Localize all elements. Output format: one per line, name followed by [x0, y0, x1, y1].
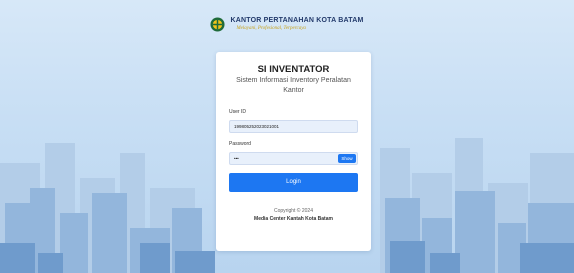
company-text: Media Center Kantah Kota Batam — [254, 216, 333, 222]
app-title: SI INVENTATOR — [257, 64, 330, 75]
password-label: Password — [229, 141, 251, 147]
bpn-logo-icon — [210, 17, 226, 32]
site-header: KANTOR PERTANAHAN KOTA BATAM Melayani, P… — [0, 17, 574, 32]
login-card: SI INVENTATOR Sistem Informasi Inventory… — [216, 52, 371, 251]
user-id-label: User ID — [229, 109, 246, 115]
login-button[interactable]: Login — [229, 173, 358, 192]
user-id-input[interactable]: 199805252023021001 — [229, 120, 358, 133]
org-name: KANTOR PERTANAHAN KOTA BATAM — [230, 17, 364, 24]
copyright-text: Copyright © 2024 — [274, 208, 313, 214]
header-text-block: KANTOR PERTANAHAN KOTA BATAM Melayani, P… — [230, 17, 363, 32]
app-subtitle: Sistem Informasi Inventory Peralatan Kan… — [236, 77, 351, 94]
show-password-button[interactable]: Show — [338, 154, 356, 163]
org-tagline: Melayani, Profesional, Terpercaya — [236, 26, 306, 31]
